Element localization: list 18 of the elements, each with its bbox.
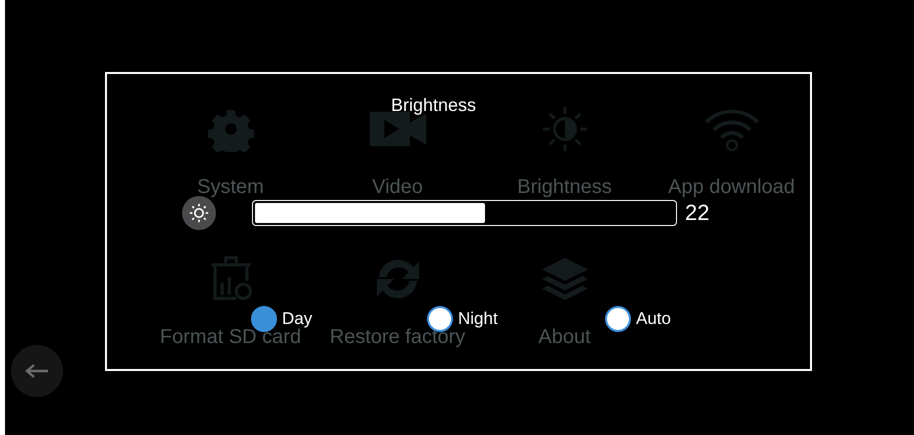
radio-label: Auto bbox=[636, 309, 671, 329]
back-arrow-icon bbox=[25, 363, 49, 379]
radio-label: Day bbox=[282, 309, 312, 328]
brightness-value: 22 bbox=[685, 200, 710, 226]
tile-label: System bbox=[197, 176, 264, 199]
sun-icon bbox=[182, 196, 216, 230]
back-button[interactable] bbox=[11, 345, 63, 397]
tile-label: Restore factory bbox=[330, 326, 466, 349]
tile-label: About bbox=[538, 326, 591, 349]
brightness-slider[interactable] bbox=[252, 200, 677, 226]
radio-label: Night bbox=[458, 309, 498, 328]
tile-label: Video bbox=[372, 176, 423, 199]
tile-label: Brightness bbox=[517, 176, 612, 199]
brightness-icon bbox=[542, 106, 588, 152]
tile-label: App download bbox=[668, 176, 795, 199]
dialog-title: Brightness bbox=[390, 95, 476, 116]
radio-button[interactable] bbox=[605, 306, 631, 332]
tile-label: Format SD card bbox=[160, 326, 302, 349]
